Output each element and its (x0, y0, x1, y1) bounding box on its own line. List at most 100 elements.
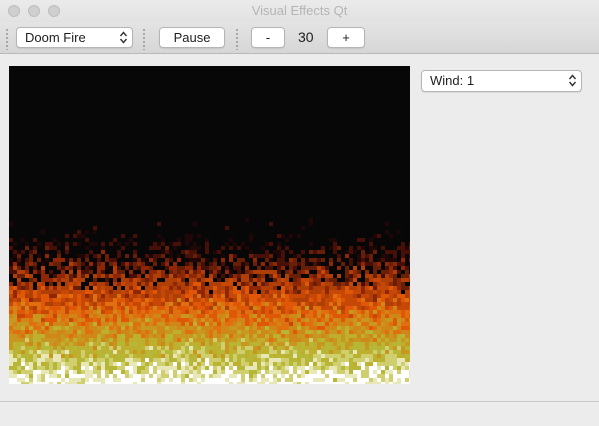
fire-pixel (253, 294, 257, 298)
fire-pixel (321, 338, 325, 342)
fire-pixel (93, 354, 97, 358)
fire-pixel (389, 362, 393, 366)
decrease-button[interactable]: - (251, 27, 285, 48)
fire-pixel (101, 242, 105, 246)
fire-pixel (61, 310, 65, 314)
fire-pixel (273, 250, 277, 254)
fire-pixel (245, 286, 249, 290)
fire-pixel (137, 318, 141, 322)
fire-pixel (233, 318, 237, 322)
fire-pixel (353, 366, 357, 370)
fire-pixel (25, 382, 29, 384)
fire-pixel (177, 358, 181, 362)
fire-pixel (65, 374, 69, 378)
fire-pixel (205, 310, 209, 314)
fire-pixel (93, 314, 97, 318)
fire-pixel (353, 350, 357, 354)
fire-pixel (217, 338, 221, 342)
fire-pixel (201, 338, 205, 342)
fire-pixel (193, 314, 197, 318)
fire-pixel (125, 346, 129, 350)
fire-pixel (129, 346, 133, 350)
fire-pixel (225, 374, 229, 378)
fire-pixel (221, 358, 225, 362)
fire-pixel (145, 294, 149, 298)
fire-pixel (81, 314, 85, 318)
fire-pixel (165, 290, 169, 294)
fire-pixel (41, 362, 45, 366)
fire-pixel (69, 322, 73, 326)
fire-pixel (145, 266, 149, 270)
fire-pixel (277, 234, 281, 238)
fire-pixel (389, 282, 393, 286)
fire-pixel (97, 378, 101, 382)
fire-pixel (93, 262, 97, 266)
fire-pixel (253, 374, 257, 378)
fire-pixel (101, 262, 105, 266)
fire-pixel (213, 362, 217, 366)
fire-pixel (137, 282, 141, 286)
fire-pixel (117, 374, 121, 378)
fire-pixel (61, 294, 65, 298)
fire-pixel (285, 370, 289, 374)
fire-pixel (33, 238, 37, 242)
fire-pixel (209, 346, 213, 350)
fire-pixel (265, 294, 269, 298)
fire-pixel (237, 370, 241, 374)
fire-pixel (361, 378, 365, 382)
select-arrows-icon (568, 74, 577, 87)
fire-pixel (341, 294, 345, 298)
toolbar-grip-handle[interactable] (6, 28, 8, 50)
fire-pixel (69, 286, 73, 290)
fire-pixel (141, 366, 145, 370)
fire-pixel (205, 258, 209, 262)
fire-pixel (301, 278, 305, 282)
fire-pixel (249, 286, 253, 290)
fire-pixel (13, 330, 17, 334)
increase-button[interactable]: + (327, 27, 365, 48)
fire-pixel (337, 330, 341, 334)
fire-pixel (385, 342, 389, 346)
effect-select[interactable]: Doom Fire (16, 27, 133, 48)
fire-pixel (317, 274, 321, 278)
fire-pixel (285, 362, 289, 366)
fire-pixel (397, 298, 401, 302)
fire-pixel (29, 378, 33, 382)
fire-pixel (381, 310, 385, 314)
title-bar: Visual Effects Qt (0, 0, 599, 22)
wind-select[interactable]: Wind: 1 (421, 70, 582, 92)
fire-pixel (225, 302, 229, 306)
fire-pixel (145, 306, 149, 310)
fire-pixel (373, 378, 377, 382)
fire-pixel (233, 342, 237, 346)
fire-pixel (305, 346, 309, 350)
fire-pixel (157, 366, 161, 370)
fire-pixel (269, 298, 273, 302)
fire-pixel (393, 258, 397, 262)
fire-pixel (317, 306, 321, 310)
fire-pixel (73, 334, 77, 338)
fire-pixel (365, 294, 369, 298)
fire-pixel (29, 338, 33, 342)
fire-pixel (341, 262, 345, 266)
fire-pixel (57, 358, 61, 362)
fire-pixel (33, 294, 37, 298)
fire-pixel (41, 294, 45, 298)
fire-pixel (97, 274, 101, 278)
fire-pixel (121, 326, 125, 330)
fire-pixel (377, 298, 381, 302)
fire-pixel (177, 286, 181, 290)
fire-pixel (45, 346, 49, 350)
fire-pixel (229, 342, 233, 346)
pause-button[interactable]: Pause (159, 27, 225, 48)
fire-pixel (97, 266, 101, 270)
fire-pixel (305, 354, 309, 358)
fire-pixel (193, 338, 197, 342)
fire-pixel (197, 354, 201, 358)
fire-pixel (361, 286, 365, 290)
fire-pixel (21, 370, 25, 374)
fire-pixel (285, 330, 289, 334)
fire-pixel (57, 350, 61, 354)
fire-pixel (193, 222, 197, 226)
fire-pixel (409, 366, 410, 370)
